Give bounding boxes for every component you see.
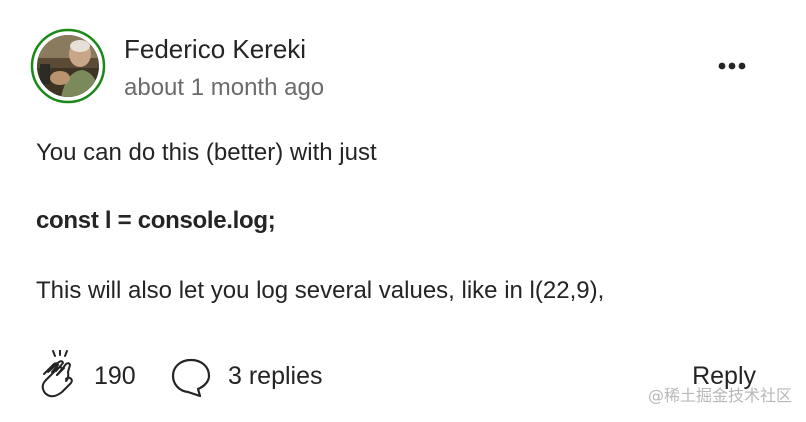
comment-paragraph: This will also let you log several value… (36, 277, 605, 304)
clap-count: 190 (94, 362, 136, 390)
comment-code-line: const l = console.log; (36, 207, 276, 234)
more-horizontal-icon (718, 62, 746, 70)
replies-link[interactable]: 3 replies (228, 362, 323, 391)
watermark: @稀土掘金技术社区 (647, 386, 792, 405)
author-name[interactable]: Federico Kereki (124, 34, 306, 65)
speech-bubble-icon (171, 358, 211, 398)
comment-header: Federico Kereki about 1 month ago (30, 26, 760, 106)
clap-icon (41, 349, 73, 398)
clap-button[interactable] (36, 349, 82, 400)
comment-card: Federico Kereki about 1 month ago You ca… (0, 0, 806, 422)
comment-paragraph: You can do this (better) with just (36, 139, 377, 166)
more-options-button[interactable] (714, 56, 750, 76)
replies-toggle-icon-button[interactable] (170, 356, 212, 398)
comment-timestamp[interactable]: about 1 month ago (124, 74, 324, 102)
avatar[interactable] (30, 28, 106, 104)
